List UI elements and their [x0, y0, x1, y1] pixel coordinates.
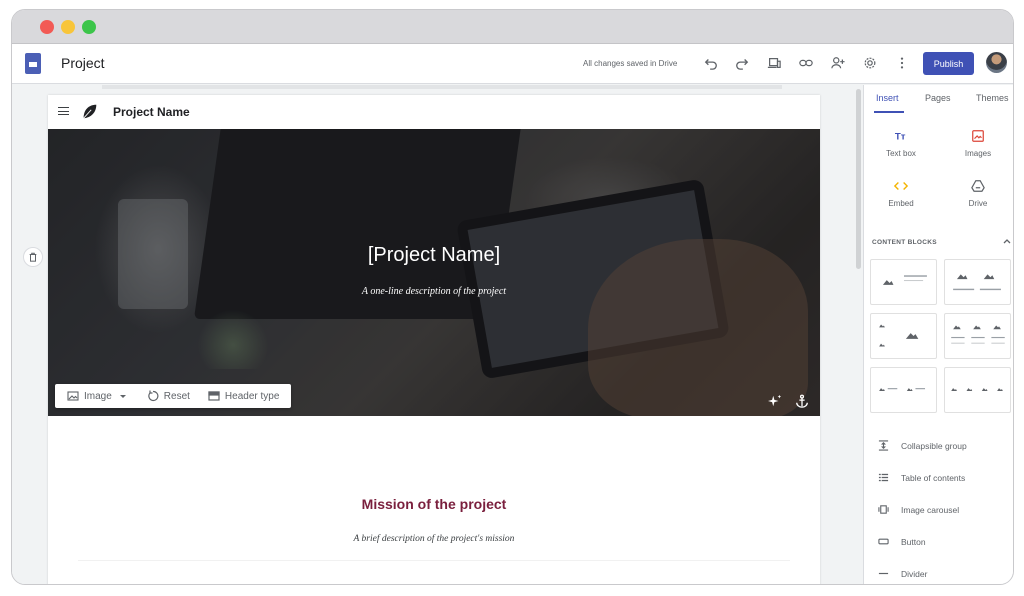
hero-subtitle[interactable]: A one-line description of the project	[48, 286, 820, 297]
embed-code-icon	[894, 182, 908, 190]
text-box-label: Text box	[886, 149, 916, 158]
tab-insert[interactable]: Insert	[876, 93, 899, 103]
embed-label: Embed	[888, 199, 914, 208]
site-page: Project Name [Project Name] A one-line d…	[48, 95, 820, 584]
svg-text:Tт: Tт	[895, 132, 906, 143]
site-navigation: Project Name	[48, 95, 820, 129]
tab-pages[interactable]: Pages	[925, 93, 951, 103]
mission-title[interactable]: Mission of the project	[48, 496, 820, 512]
magic-sparkle-icon[interactable]	[767, 393, 783, 409]
image-icon	[67, 391, 79, 401]
editor-canvas: Project Name [Project Name] A one-line d…	[12, 85, 862, 584]
more-vert-icon[interactable]	[893, 54, 911, 72]
mission-subtitle[interactable]: A brief description of the project's mis…	[48, 534, 820, 544]
window-titlebar	[12, 10, 1013, 44]
insert-button[interactable]: Button	[878, 536, 926, 547]
insert-text-box[interactable]: Tт Text box	[871, 127, 931, 159]
divider-label: Divider	[901, 568, 928, 579]
hero-title[interactable]: [Project Name]	[48, 244, 820, 267]
content-block-three-images[interactable]	[944, 313, 1011, 359]
publish-button[interactable]: Publish	[923, 52, 974, 75]
content-block-image-text-pairs[interactable]	[870, 367, 937, 413]
active-tab-indicator	[874, 111, 904, 113]
leaf-logo-icon	[83, 104, 97, 119]
image-button-label: Image	[84, 390, 112, 402]
redo-icon[interactable]	[733, 54, 751, 72]
preview-devices-icon[interactable]	[765, 54, 783, 72]
delete-section-button[interactable]	[23, 247, 43, 267]
text-box-icon: Tт	[895, 132, 906, 143]
menu-icon[interactable]	[58, 107, 69, 115]
insert-panel: Insert Pages Themes Tт Text box Images E…	[863, 85, 1013, 584]
tab-themes[interactable]: Themes	[976, 93, 1009, 103]
insert-images[interactable]: Images	[948, 127, 1008, 158]
drive-icon	[971, 180, 985, 192]
content-block-image-text[interactable]	[870, 259, 937, 305]
panel-tabs: Insert Pages Themes	[864, 85, 1013, 115]
dropdown-arrow-icon	[119, 395, 126, 398]
insert-table-of-contents[interactable]: Table of contents	[878, 472, 965, 483]
carousel-label: Image carousel	[901, 504, 960, 515]
settings-gear-icon[interactable]	[861, 54, 879, 72]
link-icon[interactable]	[797, 54, 815, 72]
divider-icon	[878, 572, 889, 575]
minimize-window-button[interactable]	[61, 20, 75, 34]
collapsible-label: Collapsible group	[901, 440, 967, 451]
insert-image-carousel[interactable]: Image carousel	[878, 504, 959, 515]
content-block-two-images[interactable]	[944, 259, 1011, 305]
button-label: Button	[901, 536, 926, 547]
header-type-icon	[208, 391, 220, 401]
add-person-icon[interactable]	[829, 54, 847, 72]
anchor-icon[interactable]	[794, 393, 810, 409]
undo-icon[interactable]	[702, 54, 720, 72]
site-name[interactable]: Project Name	[113, 105, 190, 119]
document-title[interactable]: Project	[61, 55, 105, 71]
trash-icon	[29, 252, 37, 262]
close-window-button[interactable]	[40, 20, 54, 34]
user-avatar[interactable]	[986, 52, 1007, 73]
top-ruler	[102, 85, 782, 89]
save-status: All changes saved in Drive	[583, 59, 678, 68]
content-blocks-header: CONTENT BLOCKS	[872, 239, 937, 246]
insert-embed[interactable]: Embed	[871, 177, 931, 208]
drive-label: Drive	[968, 199, 988, 208]
section-divider	[78, 560, 790, 561]
content-block-image-grid[interactable]	[870, 313, 937, 359]
carousel-icon	[878, 505, 889, 514]
hero-toolbar: Image Reset Header type	[55, 384, 292, 408]
canvas-scrollbar[interactable]	[856, 89, 861, 269]
hero-overlay	[48, 129, 820, 416]
images-label: Images	[964, 149, 992, 158]
hero-header[interactable]: [Project Name] A one-line description of…	[48, 129, 820, 416]
toc-icon	[878, 473, 889, 482]
reset-icon	[148, 390, 159, 402]
header-type-label: Header type	[224, 390, 280, 402]
reset-button[interactable]: Reset	[141, 384, 196, 408]
header-type-button[interactable]: Header type	[202, 384, 285, 408]
toc-label: Table of contents	[901, 472, 966, 483]
reset-button-label: Reset	[163, 390, 190, 402]
images-icon	[972, 130, 984, 142]
content-block-four-images[interactable]	[944, 367, 1011, 413]
collapsible-icon	[878, 440, 889, 451]
change-image-button[interactable]: Image	[61, 384, 135, 408]
browser-window: Project All changes saved in Drive Publi…	[11, 9, 1014, 585]
button-icon	[878, 538, 889, 545]
insert-divider[interactable]: Divider	[878, 568, 927, 579]
maximize-window-button[interactable]	[82, 20, 96, 34]
insert-drive[interactable]: Drive	[948, 177, 1008, 208]
chevron-up-icon[interactable]	[1002, 236, 1012, 246]
sites-logo-icon[interactable]	[25, 53, 41, 74]
app-toolbar: Project All changes saved in Drive Publi…	[12, 44, 1013, 84]
insert-collapsible-group[interactable]: Collapsible group	[878, 440, 967, 451]
